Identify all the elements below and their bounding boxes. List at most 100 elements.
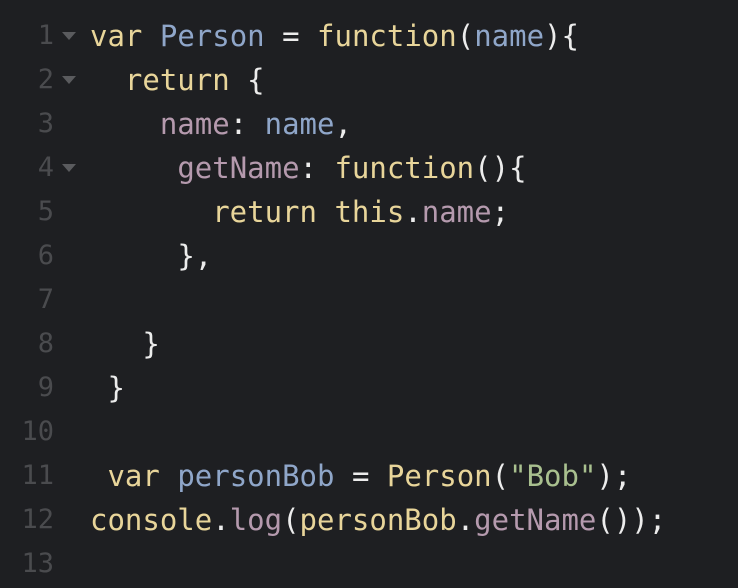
code-editor[interactable]: 1 2 3 4 5 6 7 8 9 10 11 12 13 var Person = function(… (0, 0, 738, 588)
code-token: return (124, 63, 230, 97)
code-token: Person (159, 19, 265, 53)
code-line[interactable]: } (90, 366, 738, 410)
chevron-down-icon[interactable] (62, 32, 76, 40)
line-number: 8 (37, 328, 54, 359)
gutter-row: 6 (0, 234, 82, 278)
code-token: function (317, 19, 457, 53)
code-token: var (90, 19, 143, 53)
code-area[interactable]: var Person = function(name){ return { na… (90, 14, 738, 586)
code-line[interactable]: console.log(personBob.getName()); (90, 498, 738, 542)
line-number: 11 (21, 460, 54, 491)
code-token: ( (456, 19, 475, 53)
line-number: 3 (37, 108, 54, 139)
code-token: ( (491, 459, 510, 493)
line-number: 4 (37, 152, 54, 183)
line-number: 5 (37, 196, 54, 227)
code-line[interactable]: name: name, (90, 102, 738, 146)
code-token: console (90, 503, 213, 537)
line-number: 13 (21, 548, 54, 579)
code-token: "Bob" (509, 459, 597, 493)
gutter-row: 2 (0, 58, 82, 102)
gutter-row: 10 (0, 410, 82, 454)
code-token: ; (491, 195, 510, 229)
code-line[interactable]: var Person = function(name){ (90, 14, 738, 58)
chevron-down-icon[interactable] (62, 164, 76, 172)
code-line[interactable]: } (90, 322, 738, 366)
line-number-gutter: 1 2 3 4 5 6 7 8 9 10 11 12 13 (0, 14, 82, 586)
code-token: , (334, 107, 352, 141)
code-line[interactable]: getName: function(){ (90, 146, 738, 190)
code-token: ){ (544, 19, 579, 53)
code-token: name (264, 107, 335, 141)
line-number: 2 (37, 64, 54, 95)
code-token: . (212, 503, 230, 537)
gutter-row: 11 (0, 454, 82, 498)
line-number: 1 (37, 20, 54, 51)
chevron-down-icon[interactable] (62, 76, 76, 84)
code-line[interactable] (90, 410, 738, 454)
code-line[interactable]: }, (90, 234, 738, 278)
code-line[interactable]: return { (90, 58, 738, 102)
code-token: : (299, 151, 317, 185)
code-token: { (247, 63, 265, 97)
gutter-row: 13 (0, 542, 82, 586)
code-token: var (107, 459, 160, 493)
line-number: 9 (37, 372, 54, 403)
gutter-row: 8 (0, 322, 82, 366)
code-token: name (421, 195, 492, 229)
code-token: log (229, 503, 283, 537)
code-token: function (334, 151, 475, 185)
code-token: } (142, 327, 160, 361)
code-token: ); (596, 459, 632, 493)
code-token: . (456, 503, 475, 537)
code-token: name (159, 107, 230, 141)
code-token: personBob (177, 459, 335, 493)
code-line[interactable]: var personBob = Person("Bob"); (90, 454, 738, 498)
code-token: personBob (299, 503, 457, 537)
gutter-row: 9 (0, 366, 82, 410)
code-token: ( (282, 503, 300, 537)
gutter-row: 7 (0, 278, 82, 322)
code-token: getName (177, 151, 300, 185)
line-number: 10 (21, 416, 54, 447)
gutter-row: 4 (0, 146, 82, 190)
code-line[interactable]: return this.name; (90, 190, 738, 234)
line-number: 6 (37, 240, 54, 271)
code-token: ()); (596, 503, 667, 537)
code-token: Person (386, 459, 492, 493)
code-token: (){ (474, 151, 527, 185)
code-token: . (404, 195, 422, 229)
gutter-row: 3 (0, 102, 82, 146)
gutter-row: 12 (0, 498, 82, 542)
code-token: }, (177, 239, 213, 273)
code-token: getName (474, 503, 597, 537)
gutter-row: 5 (0, 190, 82, 234)
code-token: name (474, 19, 545, 53)
code-token: = (351, 459, 370, 493)
code-token: = (282, 19, 300, 53)
code-line[interactable] (90, 278, 738, 322)
code-line[interactable] (90, 542, 738, 586)
code-token: : (229, 107, 248, 141)
gutter-row: 1 (0, 14, 82, 58)
code-token: return (212, 195, 317, 229)
code-token: } (107, 371, 125, 405)
